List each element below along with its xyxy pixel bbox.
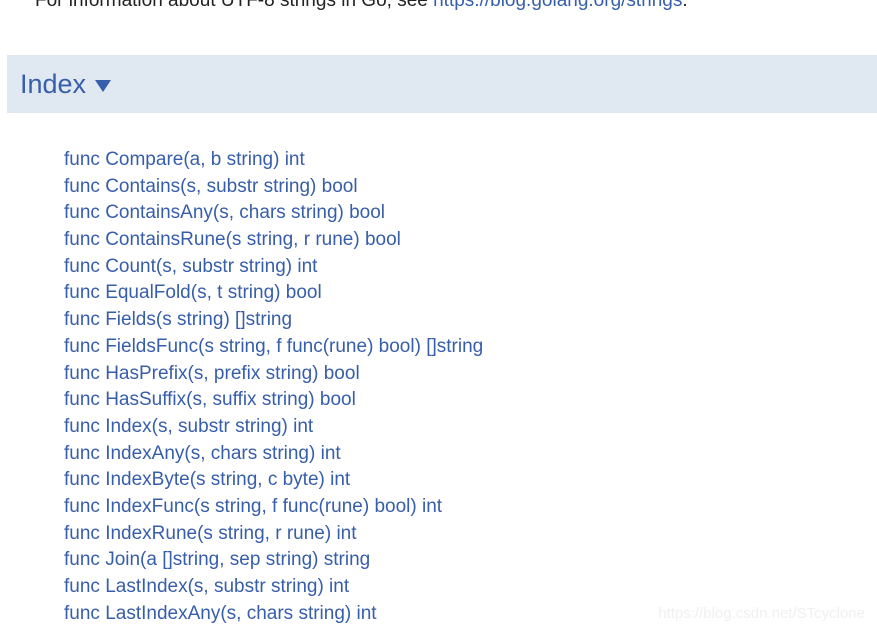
list-item: func IndexAny(s, chars string) int — [64, 441, 864, 468]
index-function-link[interactable]: func IndexAny(s, chars string) int — [64, 443, 341, 464]
index-function-link[interactable]: func ContainsAny(s, chars string) bool — [64, 202, 385, 223]
function-index-list: func Compare(a, b string) int func Conta… — [64, 147, 864, 627]
index-function-link[interactable]: func HasPrefix(s, prefix string) bool — [64, 363, 360, 384]
index-function-link[interactable]: func Join(a []string, sep string) string — [64, 549, 370, 570]
list-item: func HasSuffix(s, suffix string) bool — [64, 387, 864, 414]
intro-text: For information about UTF-8 strings in G… — [35, 0, 688, 14]
index-function-link[interactable]: func Index(s, substr string) int — [64, 416, 313, 437]
list-item: func Join(a []string, sep string) string — [64, 547, 864, 574]
list-item: func FieldsFunc(s string, f func(rune) b… — [64, 334, 864, 361]
chevron-down-icon — [95, 80, 112, 92]
index-title: Index — [20, 68, 87, 99]
list-item: func Contains(s, substr string) bool — [64, 174, 864, 201]
index-function-link[interactable]: func Fields(s string) []string — [64, 309, 292, 330]
list-item: func LastIndex(s, substr string) int — [64, 574, 864, 601]
index-function-link[interactable]: func FieldsFunc(s string, f func(rune) b… — [64, 336, 483, 357]
list-item: func Index(s, substr string) int — [64, 414, 864, 441]
list-item: func Fields(s string) []string — [64, 307, 864, 334]
index-function-link[interactable]: func IndexRune(s string, r rune) int — [64, 523, 357, 544]
list-item: func ContainsRune(s string, r rune) bool — [64, 227, 864, 254]
index-function-link[interactable]: func IndexByte(s string, c byte) int — [64, 469, 350, 490]
list-item: func LastIndexAny(s, chars string) int — [64, 601, 864, 628]
list-item: func Count(s, substr string) int — [64, 254, 864, 281]
list-item: func Compare(a, b string) int — [64, 147, 864, 174]
index-function-link[interactable]: func Contains(s, substr string) bool — [64, 176, 358, 197]
index-function-link[interactable]: func Compare(a, b string) int — [64, 149, 305, 170]
index-function-link[interactable]: func HasSuffix(s, suffix string) bool — [64, 389, 356, 410]
index-panel: Index — [7, 55, 877, 113]
intro-text-after: . — [682, 0, 688, 11]
golang-blog-strings-link[interactable]: https://blog.golang.org/strings — [433, 0, 682, 11]
intro-text-before: For information about UTF-8 strings in G… — [35, 0, 434, 11]
index-function-link[interactable]: func LastIndexAny(s, chars string) int — [64, 603, 377, 624]
index-function-link[interactable]: func Count(s, substr string) int — [64, 256, 317, 277]
list-item: func ContainsAny(s, chars string) bool — [64, 200, 864, 227]
list-item: func IndexRune(s string, r rune) int — [64, 521, 864, 548]
list-item: func IndexByte(s string, c byte) int — [64, 467, 864, 494]
index-function-link[interactable]: func EqualFold(s, t string) bool — [64, 282, 322, 303]
intro-paragraph: For information about UTF-8 strings in G… — [0, 0, 877, 18]
index-function-link[interactable]: func ContainsRune(s string, r rune) bool — [64, 229, 401, 250]
index-function-link[interactable]: func IndexFunc(s string, f func(rune) bo… — [64, 496, 442, 517]
list-item: func EqualFold(s, t string) bool — [64, 280, 864, 307]
index-function-link[interactable]: func LastIndex(s, substr string) int — [64, 576, 349, 597]
list-item: func IndexFunc(s string, f func(rune) bo… — [64, 494, 864, 521]
list-item: func HasPrefix(s, prefix string) bool — [64, 361, 864, 388]
index-toggle-header[interactable]: Index — [20, 55, 112, 113]
